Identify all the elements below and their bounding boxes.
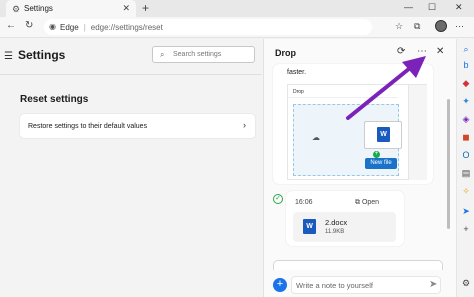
tab-settings[interactable]: ⚙ Settings ✕ xyxy=(6,0,136,17)
menu-icon[interactable]: ☰ xyxy=(4,51,13,62)
divider xyxy=(288,97,398,98)
composer-frame xyxy=(273,260,443,270)
window-close-button[interactable]: ✕ xyxy=(455,2,463,13)
restore-defaults-item[interactable]: Restore settings to their default values… xyxy=(20,114,255,138)
drop-panel: Drop ⟳ ⋯ ✕ faster. Drop ☁ W + New file ✓… xyxy=(263,39,456,297)
search-placeholder: Search settings xyxy=(173,51,222,58)
office-icon[interactable]: ◼ xyxy=(460,131,472,143)
drop-icon[interactable]: ▤ xyxy=(460,167,472,179)
address-bar[interactable]: ◉ Edge | edge://settings/reset xyxy=(44,19,372,35)
refresh-icon[interactable]: ⟳ xyxy=(397,46,405,57)
maximize-button[interactable]: ☐ xyxy=(428,2,436,13)
open-label: Open xyxy=(361,199,380,206)
refresh-icon[interactable]: ↻ xyxy=(25,20,33,31)
note-placeholder: Write a note to yourself xyxy=(296,280,373,290)
send-icon[interactable]: ➤ xyxy=(429,279,437,290)
tab-close-icon[interactable]: ✕ xyxy=(122,3,130,14)
avatar[interactable] xyxy=(435,20,447,32)
plus-badge-icon: + xyxy=(373,151,380,158)
more-options-icon[interactable]: ⋯ xyxy=(417,46,427,57)
address-separator: | xyxy=(83,22,86,32)
chevron-right-icon: › xyxy=(243,120,246,130)
file-time: 16:06 xyxy=(295,199,313,206)
word-file-card: W xyxy=(364,121,402,149)
new-file-label: New file xyxy=(365,158,397,169)
open-file-link[interactable]: ⧉ Open xyxy=(355,199,379,207)
restore-defaults-label: Restore settings to their default values xyxy=(28,122,148,130)
send-arrow-icon[interactable]: ➤ xyxy=(460,205,472,217)
more-menu-icon[interactable]: ⋯ xyxy=(455,21,464,32)
tools-icon[interactable]: ✦ xyxy=(460,95,472,107)
note-input[interactable]: Write a note to yourself xyxy=(291,276,441,294)
file-card[interactable]: W 2.docx 11.9KB xyxy=(293,212,396,242)
minimize-button[interactable]: — xyxy=(404,2,413,12)
close-icon[interactable]: ✕ xyxy=(436,46,444,57)
section-title: Reset settings xyxy=(20,94,89,105)
collections-icon[interactable]: ⧉ xyxy=(414,21,420,32)
settings-page: ☰ Settings ⌕ Search settings Reset setti… xyxy=(0,39,262,297)
sent-check-icon: ✓ xyxy=(273,194,283,204)
search-icon[interactable]: ⌕ xyxy=(460,43,472,55)
search-input[interactable]: ⌕ Search settings xyxy=(152,46,255,63)
bing-icon[interactable]: b xyxy=(460,59,472,71)
file-size: 11.9KB xyxy=(325,229,345,235)
file-name: 2.docx xyxy=(325,218,348,227)
drop-title: Drop xyxy=(275,48,296,58)
favorite-star-icon[interactable]: ☆ xyxy=(395,21,403,32)
add-file-button[interactable]: + xyxy=(273,278,287,292)
page-title: Settings xyxy=(18,48,66,62)
message-bubble: faster. Drop ☁ W + New file xyxy=(273,64,433,184)
add-icon[interactable]: + xyxy=(460,223,472,235)
divider xyxy=(0,74,262,75)
word-icon: W xyxy=(377,127,390,142)
message-text: faster. xyxy=(287,69,307,76)
new-tab-button[interactable]: + xyxy=(142,1,149,15)
upload-icon: ☁ xyxy=(312,133,320,142)
tab-title: Settings xyxy=(24,4,53,13)
back-icon[interactable]: ← xyxy=(6,20,16,31)
search-icon: ⌕ xyxy=(160,50,165,59)
ai-icon[interactable]: ✧ xyxy=(460,185,472,197)
file-message: 16:06 ⧉ Open W 2.docx 11.9KB xyxy=(286,191,404,246)
edge-site-icon: ◉ xyxy=(49,22,56,31)
gear-icon: ⚙ xyxy=(12,4,21,14)
outlook-icon[interactable]: O xyxy=(460,149,472,161)
address-label: Edge xyxy=(60,22,79,32)
sidebar-settings-icon[interactable]: ⚙ xyxy=(460,277,472,289)
screenshot-title: Drop xyxy=(293,89,304,95)
screenshot-sidebar xyxy=(408,85,427,180)
edge-sidebar: ⌕ b ◆ ✦ ◈ ◼ O ▤ ✧ ➤ + ⚙ xyxy=(456,39,474,297)
screenshot-image[interactable]: Drop ☁ W + New file xyxy=(287,84,427,180)
games-icon[interactable]: ◈ xyxy=(460,113,472,125)
shopping-tag-icon[interactable]: ◆ xyxy=(460,77,472,89)
word-icon: W xyxy=(303,219,316,234)
tab-strip: ⚙ Settings ✕ + — ☐ ✕ xyxy=(0,0,474,17)
address-url: edge://settings/reset xyxy=(90,22,163,32)
scrollbar[interactable] xyxy=(447,99,450,229)
